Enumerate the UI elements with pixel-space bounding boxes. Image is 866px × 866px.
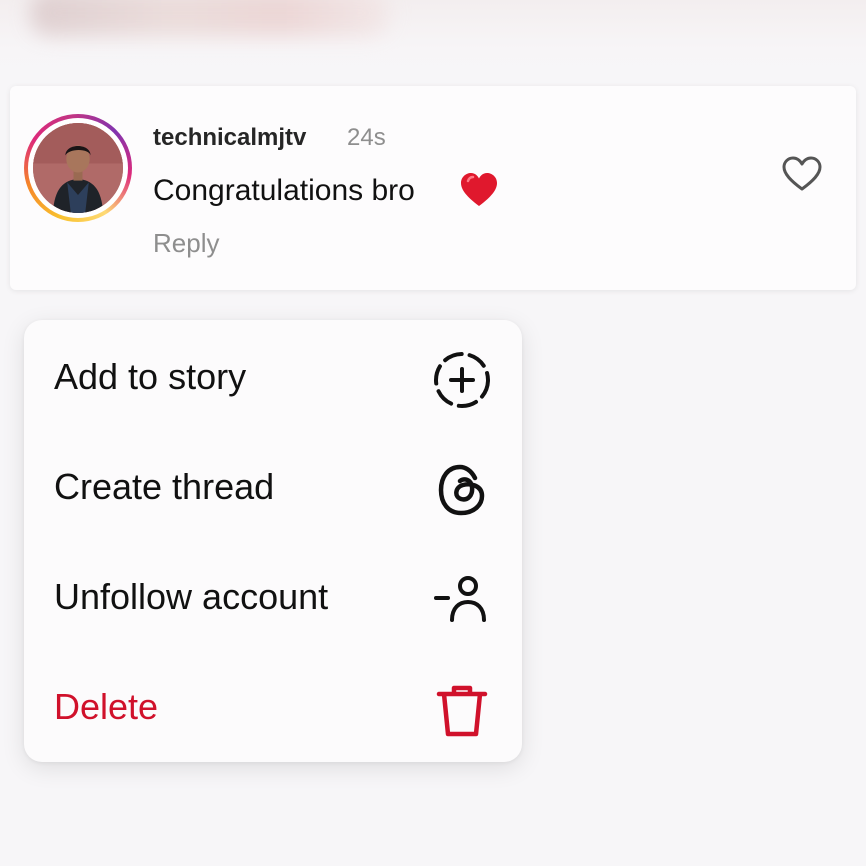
- menu-item-unfollow-account[interactable]: Unfollow account: [24, 542, 522, 652]
- menu-item-delete[interactable]: Delete: [24, 652, 522, 762]
- comment-text: Congratulations bro: [153, 174, 415, 207]
- threads-icon: [438, 464, 485, 516]
- comment-timestamp: 24s: [347, 124, 386, 151]
- comment-card[interactable]: technicalmjtv 24s Congratulations bro Re…: [10, 86, 856, 290]
- heart-emoji-icon: [461, 173, 497, 206]
- avatar[interactable]: [24, 114, 132, 222]
- unfollow-icon: [434, 576, 486, 622]
- add-story-icon: [434, 352, 490, 408]
- comment-username[interactable]: technicalmjtv: [153, 124, 306, 152]
- blurred-content: [30, 0, 390, 36]
- reply-button[interactable]: Reply: [153, 228, 219, 259]
- menu-item-label: Unfollow account: [54, 576, 329, 617]
- profile-photo: [33, 123, 123, 213]
- background-blur: [0, 0, 866, 82]
- menu-item-label: Delete: [54, 686, 159, 727]
- context-menu: Add to story Create thread Unfollow acco…: [24, 320, 522, 762]
- menu-item-label: Create thread: [54, 466, 275, 507]
- menu-item-create-thread[interactable]: Create thread: [24, 432, 522, 542]
- menu-item-add-to-story[interactable]: Add to story: [24, 322, 522, 432]
- heart-outline-icon[interactable]: [780, 154, 824, 194]
- menu-item-label: Add to story: [54, 356, 247, 397]
- trash-icon: [436, 685, 488, 737]
